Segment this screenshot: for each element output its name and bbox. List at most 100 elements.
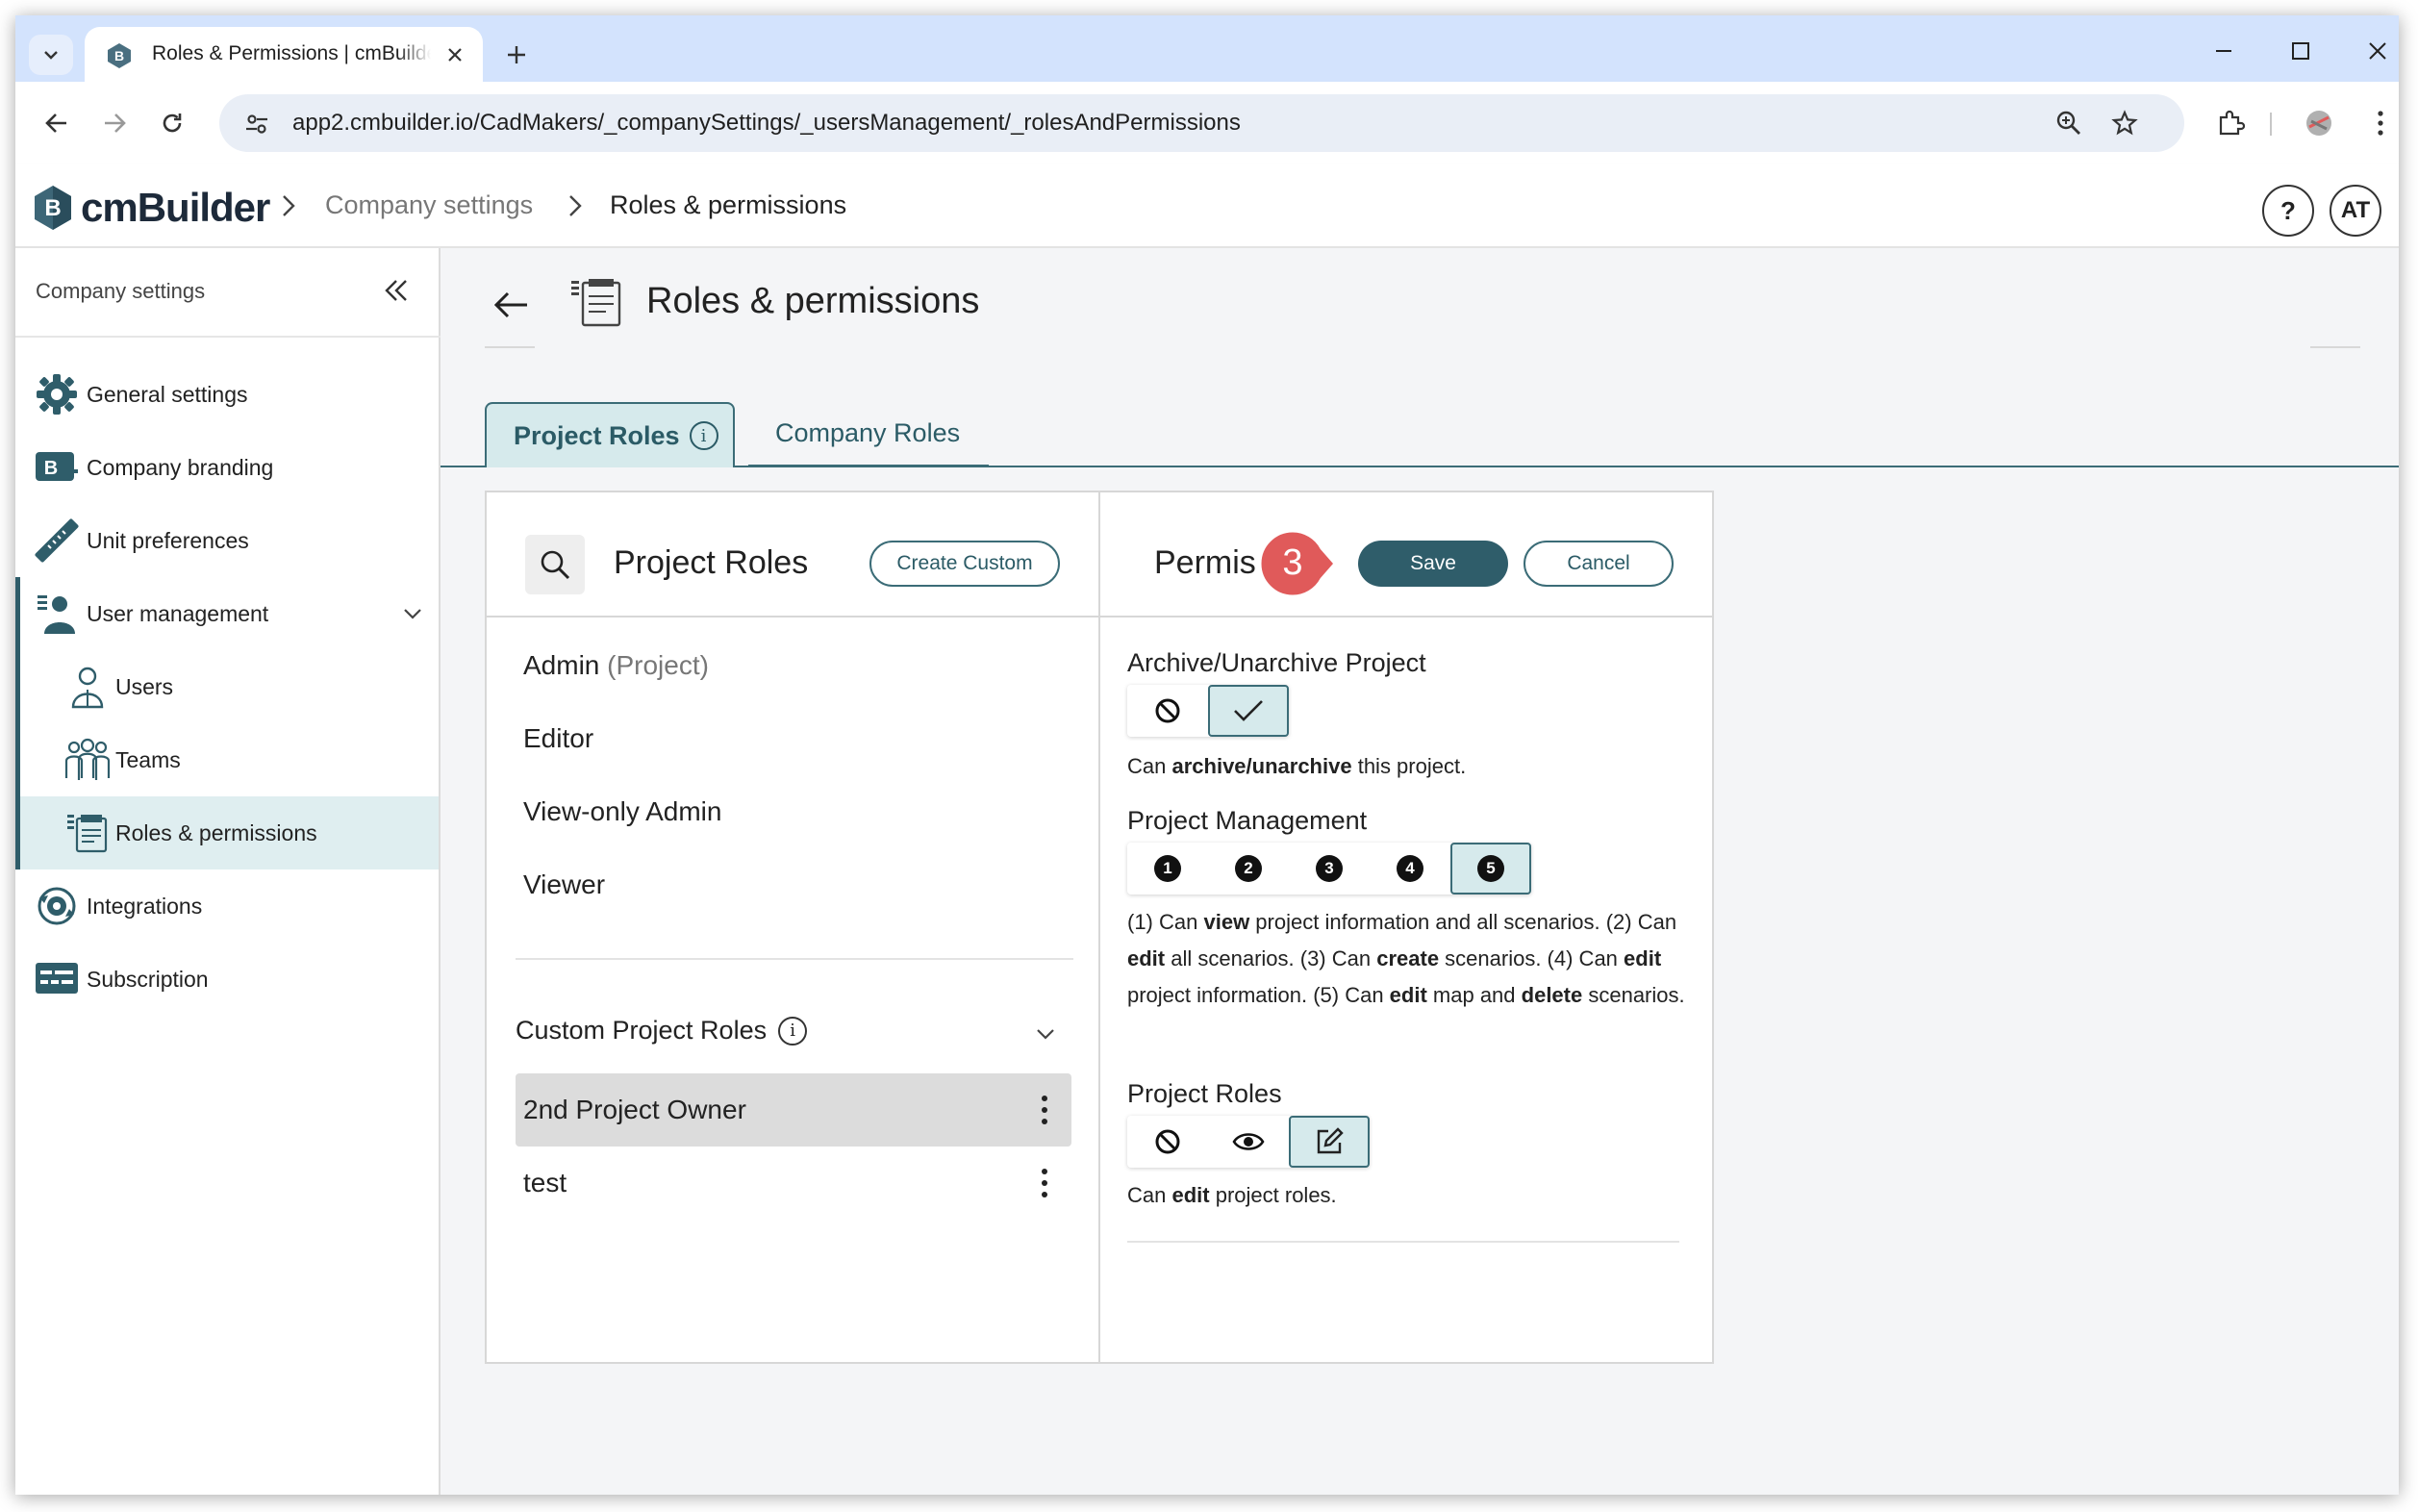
cmbuilder-favicon-icon: B	[108, 43, 131, 68]
kebab-menu-icon	[1042, 1169, 1047, 1197]
browser-tab[interactable]: B Roles & Permissions | cmBuilder	[85, 27, 483, 82]
role-view-only-admin[interactable]: View-only Admin	[523, 796, 721, 827]
tab-project-roles[interactable]: Project Roles i	[485, 402, 735, 467]
back-button[interactable]	[489, 283, 533, 327]
custom-roles-header[interactable]: Custom Project Roles i	[516, 1016, 808, 1046]
sidebar-item-general-settings[interactable]: General settings	[15, 358, 439, 431]
new-tab-button[interactable]	[496, 35, 537, 75]
window-close-button[interactable]	[2349, 29, 2399, 73]
cancel-button[interactable]: Cancel	[1524, 541, 1674, 587]
search-button[interactable]	[525, 535, 585, 594]
subscription-icon	[33, 955, 81, 1003]
role-editor[interactable]: Editor	[523, 723, 593, 754]
browser-menu-button[interactable]	[2358, 101, 2399, 145]
role-admin[interactable]: Admin (Project)	[523, 650, 709, 681]
sidebar-item-label: Users	[115, 673, 174, 699]
sidebar-item-integrations[interactable]: Integrations	[15, 869, 439, 943]
tab-close-button[interactable]	[441, 40, 469, 69]
teams-icon	[63, 736, 112, 784]
option-deny[interactable]	[1127, 1116, 1208, 1168]
tab-label: Project Roles	[514, 420, 680, 450]
tab-company-roles[interactable]: Company Roles	[748, 402, 989, 467]
role-name: View-only Admin	[523, 796, 722, 826]
option-level-3[interactable]: 3	[1289, 843, 1370, 895]
section-title-project-management: Project Management	[1127, 806, 1368, 835]
sidebar-item-label: Subscription	[87, 966, 209, 992]
check-icon	[1234, 700, 1263, 721]
star-icon	[2111, 110, 2138, 136]
option-view[interactable]	[1208, 1116, 1289, 1168]
tab-search-button[interactable]	[29, 35, 73, 75]
sidebar-item-users[interactable]: Users	[15, 650, 439, 723]
extensions-button[interactable]	[2208, 101, 2253, 145]
branding-icon: B	[33, 443, 81, 491]
reload-button[interactable]	[150, 101, 194, 145]
description-text: Can	[1127, 754, 1172, 778]
eye-icon	[1232, 1133, 1265, 1150]
cmbuilder-logo-icon: B	[35, 186, 71, 230]
description-emphasis: delete	[1521, 983, 1583, 1007]
extension-app-icon	[2306, 111, 2331, 136]
user-icon	[63, 663, 112, 711]
create-custom-button[interactable]: Create Custom	[869, 541, 1060, 587]
custom-roles-title: Custom Project Roles	[516, 1016, 768, 1045]
collapse-sidebar-button[interactable]	[377, 271, 416, 310]
sidebar-item-subscription[interactable]: Subscription	[15, 943, 439, 1016]
active-section-bar	[15, 796, 20, 869]
chevron-down-icon[interactable]	[398, 599, 427, 628]
sidebar-item-company-branding[interactable]: B Company branding	[15, 431, 439, 504]
sidebar-item-label: Company branding	[87, 454, 274, 480]
sidebar-item-unit-preferences[interactable]: Unit preferences	[15, 504, 439, 577]
option-deny[interactable]	[1127, 685, 1208, 737]
option-level-5[interactable]: 5	[1450, 843, 1531, 895]
role-options-button[interactable]	[1025, 1091, 1064, 1129]
avatar[interactable]: AT	[2330, 185, 2381, 237]
profile-extension-button[interactable]	[2297, 101, 2341, 145]
level-badge: 4	[1397, 855, 1423, 882]
sidebar-item-roles-permissions[interactable]: Roles & permissions	[15, 796, 439, 869]
custom-role-test[interactable]: test	[516, 1147, 1071, 1220]
option-level-2[interactable]: 2	[1208, 843, 1289, 895]
cmbuilder-logo[interactable]: B cmBuilder	[33, 183, 270, 233]
url-text[interactable]: app2.cmbuilder.io/CadMakers/_companySett…	[292, 110, 1241, 137]
save-button[interactable]: Save	[1358, 541, 1508, 587]
info-icon[interactable]: i	[689, 421, 718, 450]
back-button[interactable]	[35, 101, 79, 145]
zoom-button[interactable]	[2052, 106, 2086, 140]
sidebar-item-teams[interactable]: Teams	[15, 723, 439, 796]
archive-permission-selector[interactable]	[1127, 685, 1289, 737]
level-badge: 1	[1154, 855, 1181, 882]
description-text: project information and all scenarios. (…	[1249, 910, 1677, 934]
option-allow[interactable]	[1208, 685, 1289, 737]
breadcrumb-company-settings[interactable]: Company settings	[325, 190, 533, 220]
option-level-1[interactable]: 1	[1127, 843, 1208, 895]
info-icon[interactable]: i	[778, 1016, 808, 1046]
svg-text:B: B	[114, 48, 124, 63]
role-name: Admin	[523, 650, 600, 680]
level-badge: 5	[1477, 855, 1504, 882]
minimize-button[interactable]	[2195, 29, 2253, 73]
title-rule	[2310, 346, 2360, 348]
bookmark-button[interactable]	[2107, 106, 2142, 140]
role-options-button[interactable]	[1025, 1164, 1064, 1202]
maximize-button[interactable]	[2272, 29, 2330, 73]
role-viewer[interactable]: Viewer	[523, 869, 605, 900]
option-edit[interactable]	[1289, 1116, 1370, 1168]
chevron-down-icon[interactable]	[1031, 1020, 1060, 1048]
option-level-4[interactable]: 4	[1370, 843, 1450, 895]
puzzle-icon	[2219, 110, 2245, 136]
custom-role-2nd-project-owner[interactable]: 2nd Project Owner	[516, 1073, 1071, 1147]
address-bar[interactable]: app2.cmbuilder.io/CadMakers/_companySett…	[219, 94, 2184, 152]
tab-label: Company Roles	[775, 418, 961, 447]
step-marker-badge: 3	[1258, 529, 1335, 598]
panel-header-rule	[1100, 616, 1712, 617]
help-button[interactable]: ?	[2262, 185, 2314, 237]
description-emphasis: create	[1376, 946, 1440, 970]
project-roles-permission-selector[interactable]	[1127, 1116, 1370, 1168]
sidebar-item-user-management[interactable]: User management	[15, 577, 439, 650]
forward-button[interactable]	[92, 101, 137, 145]
project-management-level-selector[interactable]: 1 2 3 4 5	[1127, 843, 1531, 895]
site-info-button[interactable]	[240, 108, 273, 140]
description-text: scenarios.	[1582, 983, 1685, 1007]
settings-sidebar: Company settings General settings B Comp…	[15, 248, 441, 1495]
